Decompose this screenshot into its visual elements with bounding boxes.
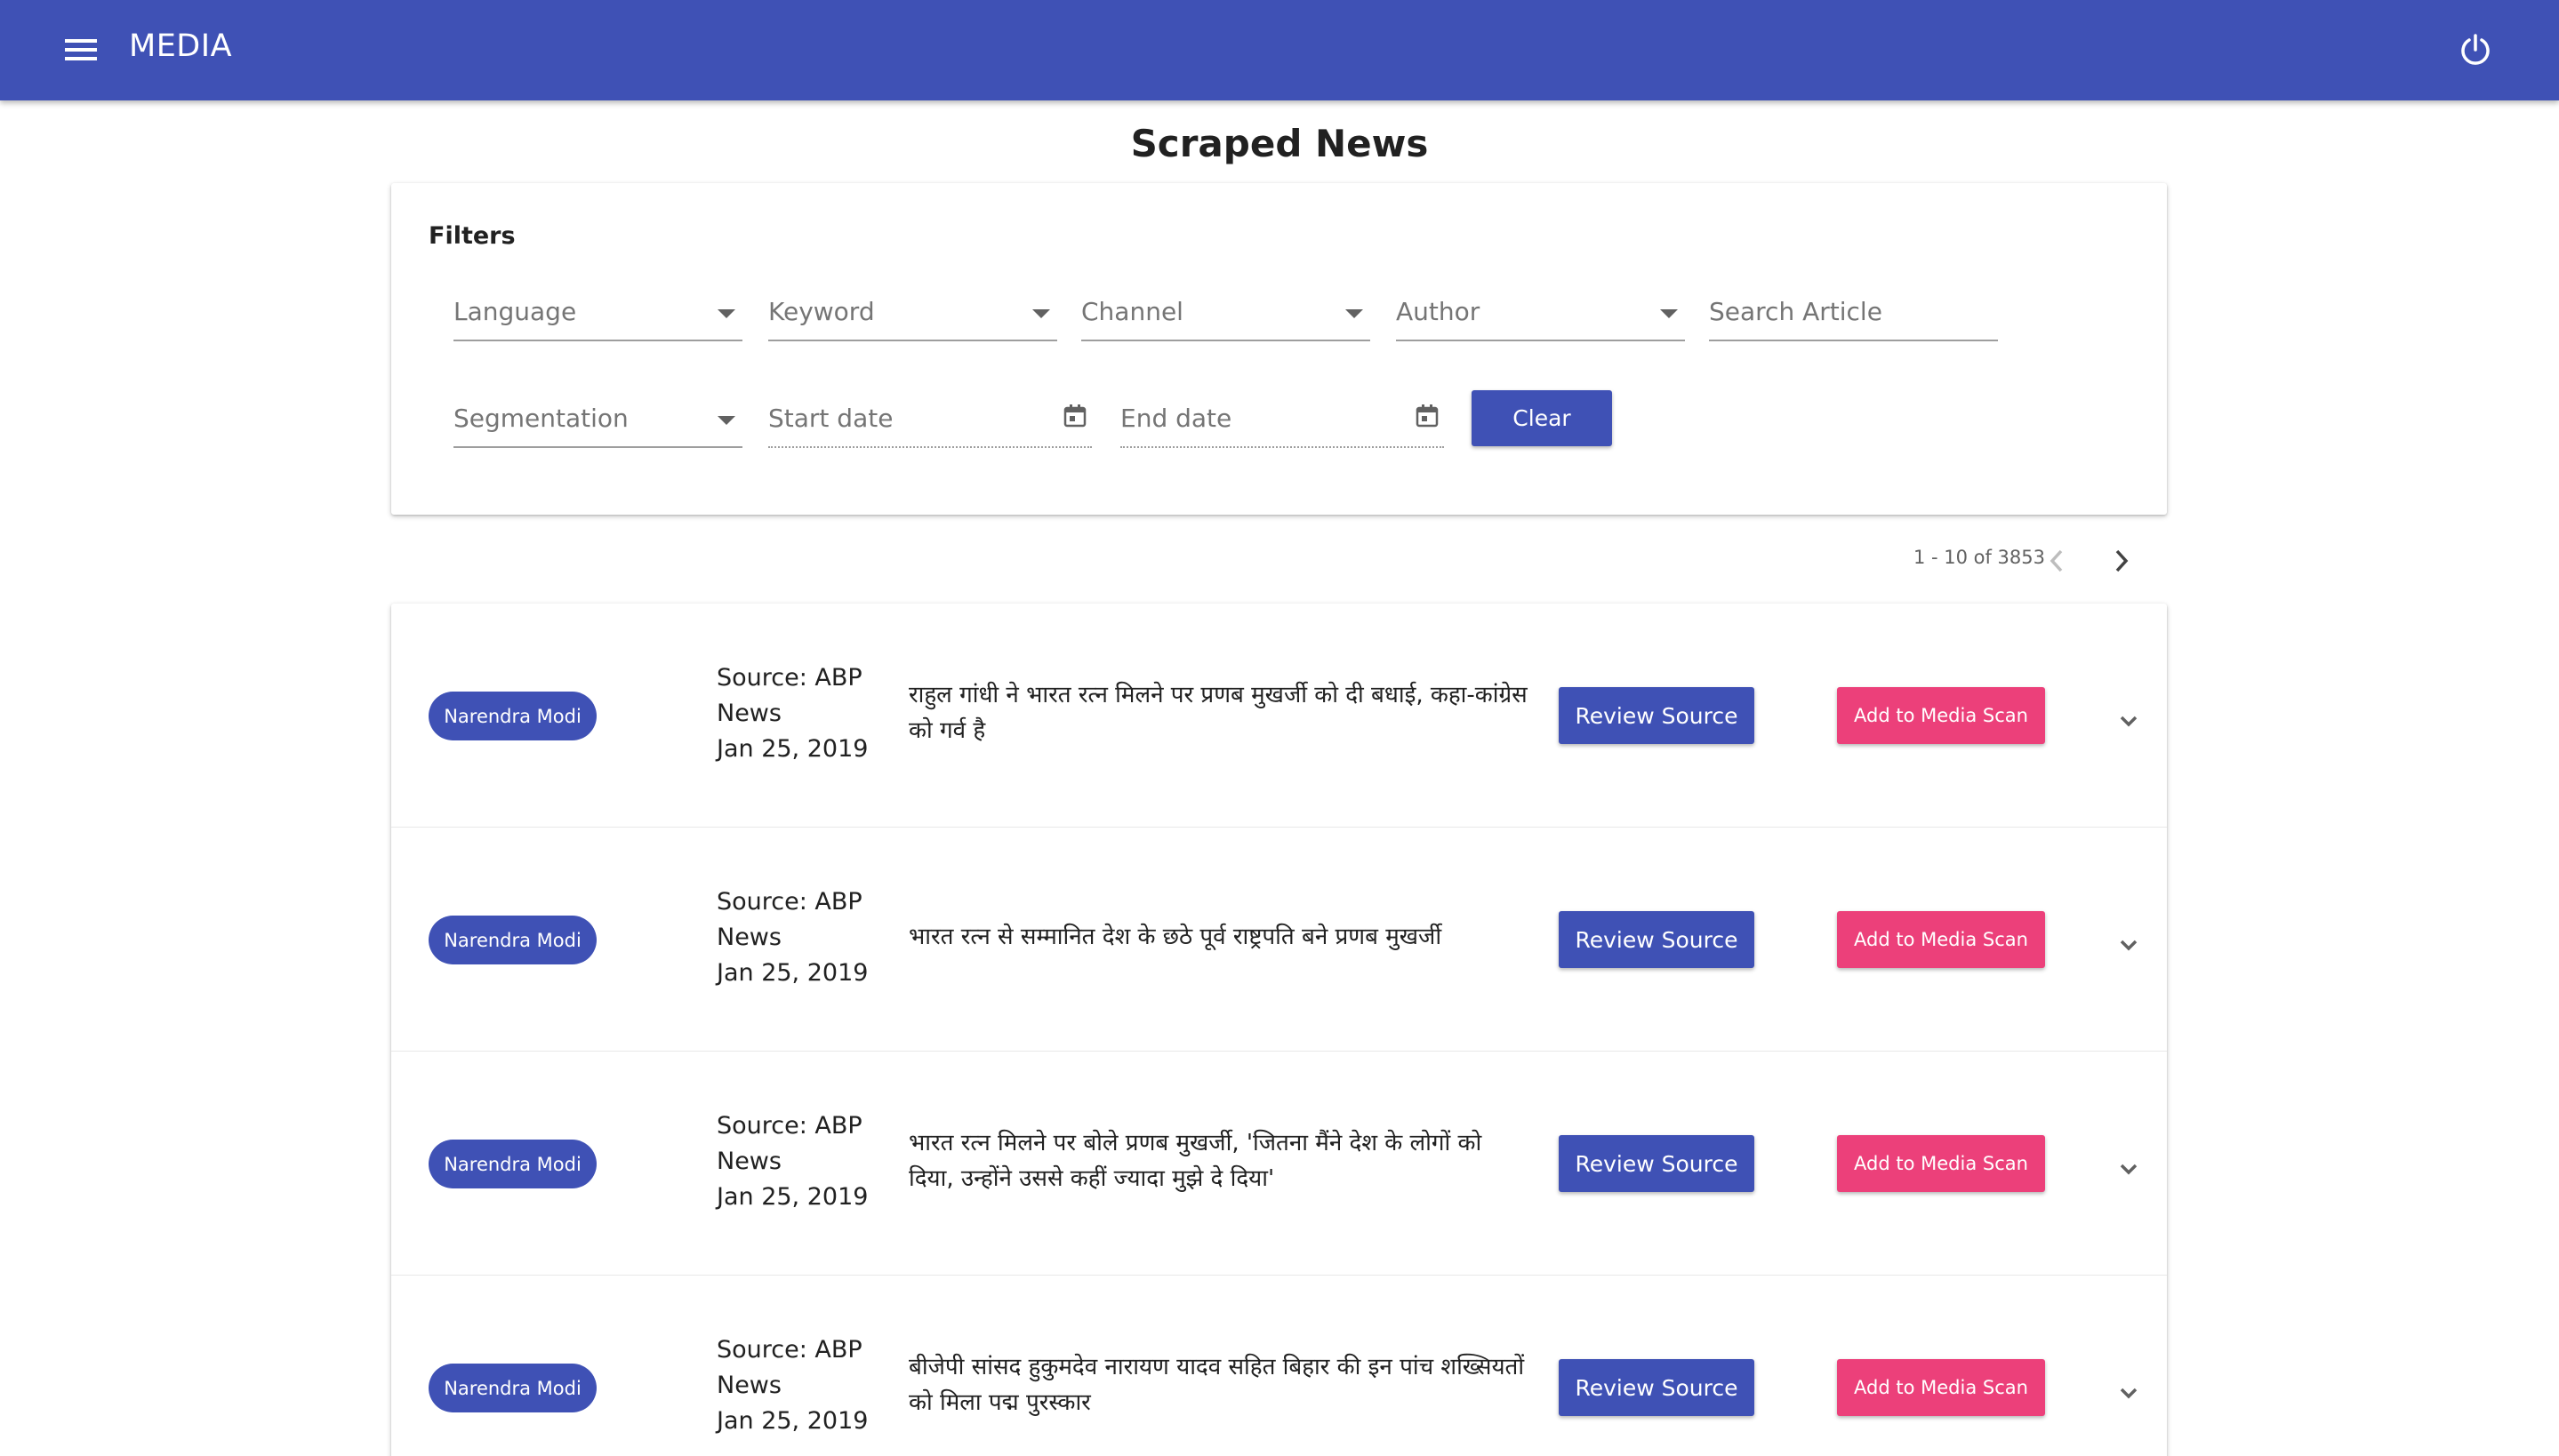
end-date-input[interactable]: End date <box>1120 398 1444 448</box>
expand-button[interactable] <box>2107 1148 2150 1190</box>
expand-button[interactable] <box>2107 1372 2150 1414</box>
article-headline: भारत रत्न से सम्मानित देश के छठे पूर्व र… <box>909 924 1442 950</box>
language-label: Language <box>453 297 577 326</box>
clear-button[interactable]: Clear <box>1472 390 1612 446</box>
app-title: MEDIA <box>129 28 233 64</box>
chevron-down-icon <box>2120 1388 2138 1399</box>
chevron-down-icon <box>2120 716 2138 727</box>
menu-icon <box>65 39 97 60</box>
app-toolbar: MEDIA <box>0 0 2559 100</box>
logout-button[interactable] <box>2452 27 2499 73</box>
review-source-button[interactable]: Review Source <box>1559 1359 1754 1416</box>
review-source-button[interactable]: Review Source <box>1559 911 1754 968</box>
article-date: Jan 25, 2019 <box>717 1183 869 1211</box>
power-icon <box>2461 34 2490 65</box>
expand-button[interactable] <box>2107 924 2150 966</box>
filters-card: Filters Language Keyword Channel Author … <box>391 183 2167 515</box>
search-article-input[interactable]: Search Article <box>1709 292 1998 341</box>
list-item: Narendra Modi Source: ABP News Jan 25, 2… <box>391 828 2167 1052</box>
page-title: Scraped News <box>1130 122 1429 165</box>
channel-label: Channel <box>1081 297 1183 326</box>
article-headline: राहुल गांधी ने भारत रत्न मिलने पर प्रणब … <box>909 682 1528 744</box>
add-to-media-scan-button[interactable]: Add to Media Scan <box>1837 1135 2045 1192</box>
article-list: Narendra Modi Source: ABP News Jan 25, 2… <box>391 604 2167 1456</box>
article-date: Jan 25, 2019 <box>717 735 869 763</box>
dropdown-arrow-icon <box>718 309 735 318</box>
source-name: Source: ABP News <box>717 888 862 951</box>
next-page-button[interactable] <box>2099 539 2144 583</box>
chevron-down-icon <box>2120 1164 2138 1175</box>
expand-button[interactable] <box>2107 700 2150 742</box>
menu-button[interactable] <box>55 27 107 73</box>
review-source-button[interactable]: Review Source <box>1559 1135 1754 1192</box>
list-item: Narendra Modi Source: ABP News Jan 25, 2… <box>391 604 2167 828</box>
list-item: Narendra Modi Source: ABP News Jan 25, 2… <box>391 1276 2167 1456</box>
add-to-media-scan-button[interactable]: Add to Media Scan <box>1837 911 2045 968</box>
source-name: Source: ABP News <box>717 664 862 727</box>
keyword-select[interactable]: Keyword <box>768 292 1057 341</box>
tag-chip[interactable]: Narendra Modi <box>429 916 597 964</box>
review-source-button[interactable]: Review Source <box>1559 687 1754 744</box>
chevron-down-icon <box>2120 940 2138 951</box>
list-item: Narendra Modi Source: ABP News Jan 25, 2… <box>391 1052 2167 1276</box>
tag-chip[interactable]: Narendra Modi <box>429 692 597 740</box>
source-info: Source: ABP News Jan 25, 2019 <box>717 884 894 991</box>
search-article-label: Search Article <box>1709 297 1882 326</box>
calendar-icon[interactable] <box>1416 404 1439 428</box>
segmentation-label: Segmentation <box>453 404 629 433</box>
tag-chip[interactable]: Narendra Modi <box>429 1364 597 1412</box>
previous-page-button[interactable] <box>2034 539 2079 583</box>
article-date: Jan 25, 2019 <box>717 1407 869 1435</box>
source-name: Source: ABP News <box>717 1336 862 1399</box>
article-headline: भारत रत्न मिलने पर बोले प्रणब मुखर्जी, '… <box>909 1130 1482 1192</box>
dropdown-arrow-icon <box>718 416 735 425</box>
add-to-media-scan-button[interactable]: Add to Media Scan <box>1837 1359 2045 1416</box>
end-date-label: End date <box>1120 404 1232 433</box>
dropdown-arrow-icon <box>1660 309 1678 318</box>
tag-chip[interactable]: Narendra Modi <box>429 1140 597 1188</box>
author-select[interactable]: Author <box>1396 292 1685 341</box>
segmentation-select[interactable]: Segmentation <box>453 398 742 448</box>
dropdown-arrow-icon <box>1345 309 1363 318</box>
author-label: Author <box>1396 297 1480 326</box>
start-date-label: Start date <box>768 404 894 433</box>
start-date-input[interactable]: Start date <box>768 398 1092 448</box>
article-headline: बीजेपी सांसद हुकुमदेव नारायण यादव सहित ब… <box>909 1354 1525 1416</box>
calendar-icon[interactable] <box>1063 404 1087 428</box>
filters-heading: Filters <box>429 222 516 250</box>
dropdown-arrow-icon <box>1032 309 1050 318</box>
source-info: Source: ABP News Jan 25, 2019 <box>717 1108 894 1215</box>
channel-select[interactable]: Channel <box>1081 292 1370 341</box>
source-name: Source: ABP News <box>717 1112 862 1175</box>
source-info: Source: ABP News Jan 25, 2019 <box>717 1332 894 1439</box>
language-select[interactable]: Language <box>453 292 742 341</box>
article-date: Jan 25, 2019 <box>717 959 869 987</box>
chevron-left-icon <box>2050 549 2063 572</box>
source-info: Source: ABP News Jan 25, 2019 <box>717 660 894 767</box>
chevron-right-icon <box>2115 549 2129 572</box>
add-to-media-scan-button[interactable]: Add to Media Scan <box>1837 687 2045 744</box>
paginator-range: 1 - 10 of 3853 <box>1913 547 2045 568</box>
keyword-label: Keyword <box>768 297 875 326</box>
